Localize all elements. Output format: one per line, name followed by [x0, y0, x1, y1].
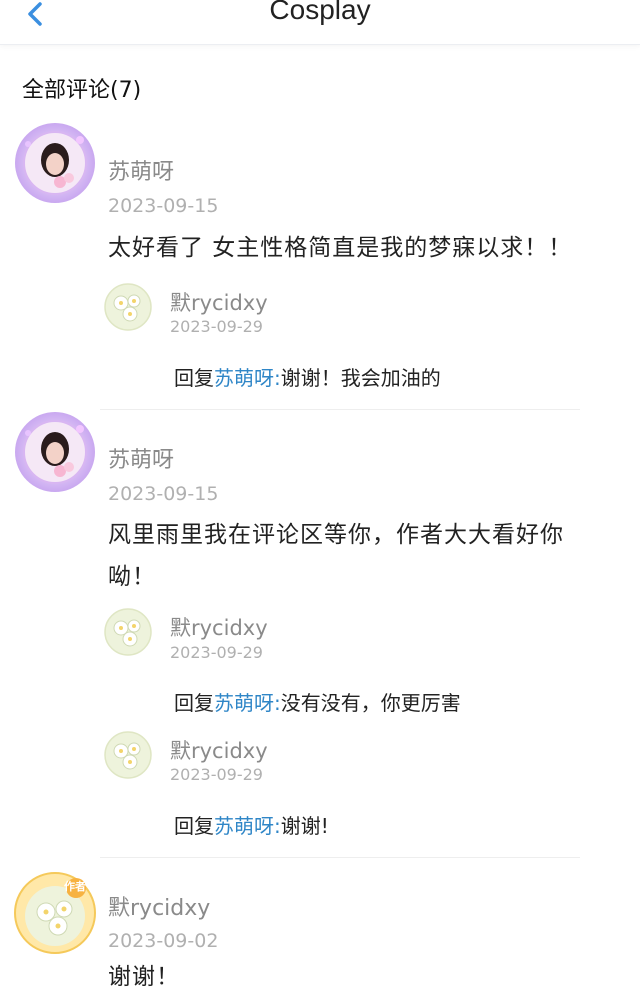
comment-content: 太好看了 女主性格简直是我的梦寐以求！！ — [108, 235, 573, 261]
reply-date: 2023-09-29 — [170, 643, 263, 662]
reply-prefix: 回复 — [174, 814, 214, 838]
author-badge: 作者 — [64, 880, 86, 893]
reply-text: 回复苏萌呀:谢谢！我会加油的 — [174, 362, 441, 391]
reply-author[interactable]: 默rycidxy — [170, 612, 268, 642]
avatar[interactable] — [104, 283, 152, 331]
reply-mention[interactable]: 苏萌呀: — [214, 366, 281, 390]
top-bar: Cosplay — [0, 0, 640, 45]
comment-author[interactable]: 苏萌呀 — [108, 442, 174, 474]
page-title: Cosplay — [269, 0, 371, 25]
comment-date: 2023-09-15 — [108, 195, 219, 217]
reply-author[interactable]: 默rycidxy — [170, 287, 268, 317]
avatar-image — [104, 608, 152, 656]
reply-text: 回复苏萌呀:没有没有，你更厉害 — [174, 687, 461, 716]
avatar-image — [104, 283, 152, 331]
avatar[interactable] — [104, 608, 152, 656]
reply-mention[interactable]: 苏萌呀: — [214, 691, 281, 715]
reply-prefix: 回复 — [174, 691, 214, 715]
comment-content: 谢谢！ — [108, 964, 180, 990]
reply-date: 2023-09-29 — [170, 317, 263, 336]
avatar-image — [104, 731, 152, 779]
reply-body: 谢谢! — [280, 814, 329, 838]
reply-prefix: 回复 — [174, 366, 214, 390]
comments-count-title: 全部评论(7) — [22, 78, 142, 103]
comment-author[interactable]: 默rycidxy — [108, 890, 210, 922]
avatar[interactable] — [104, 731, 152, 779]
avatar-image — [15, 123, 95, 203]
reply-body: 谢谢！我会加油的 — [280, 366, 441, 390]
comment-author[interactable]: 苏萌呀 — [108, 154, 174, 186]
comment-date: 2023-09-15 — [108, 483, 219, 505]
avatar[interactable]: 作者 — [14, 872, 96, 954]
divider — [100, 409, 580, 410]
reply-body: 没有没有，你更厉害 — [280, 691, 461, 715]
reply-text: 回复苏萌呀:谢谢! — [174, 810, 329, 839]
comment-date: 2023-09-02 — [108, 930, 219, 952]
comment-content: 风里雨里我在评论区等你，作者大大看好你呦！ — [108, 522, 564, 590]
reply-author[interactable]: 默rycidxy — [170, 735, 268, 765]
avatar-image — [15, 412, 95, 492]
reply-date: 2023-09-29 — [170, 765, 263, 784]
reply-mention[interactable]: 苏萌呀: — [214, 814, 281, 838]
avatar[interactable] — [14, 411, 96, 493]
avatar[interactable] — [14, 122, 96, 204]
divider — [100, 857, 580, 858]
